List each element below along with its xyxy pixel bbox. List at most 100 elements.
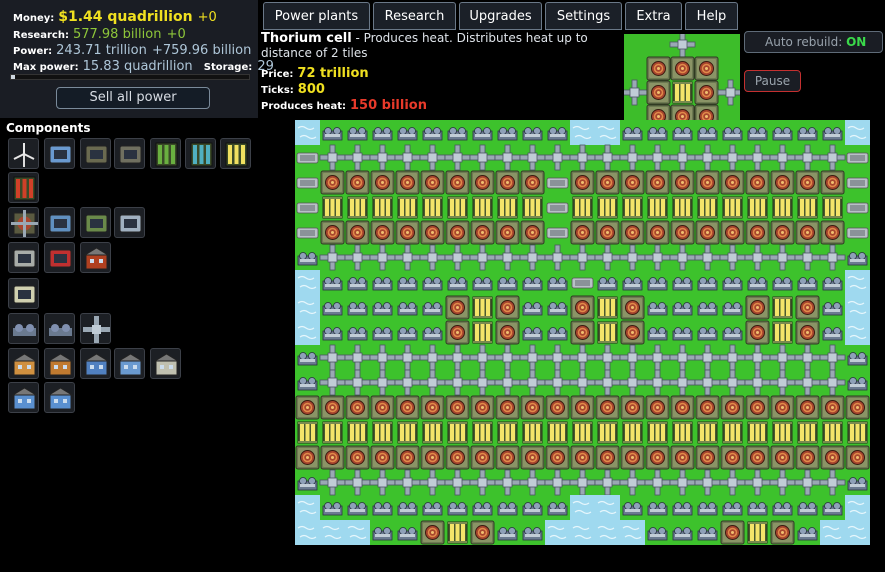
grid-tile-mach[interactable] xyxy=(447,502,468,516)
grid-tile-mach[interactable] xyxy=(622,502,643,516)
grid-tile-cell[interactable] xyxy=(320,220,345,245)
grid-tile-pipe[interactable] xyxy=(419,369,446,396)
grid-tile-pipe[interactable] xyxy=(669,144,696,171)
grid-tile-cell[interactable] xyxy=(595,445,620,470)
grid-tile-water[interactable] xyxy=(569,494,596,521)
grid-tile-plate[interactable] xyxy=(296,227,319,239)
protactinium-cell-icon[interactable] xyxy=(8,172,39,203)
grid-tile-mach[interactable] xyxy=(847,352,868,366)
grid-tile-mach[interactable] xyxy=(647,277,668,291)
grid-tile-rods[interactable] xyxy=(722,421,743,444)
grid-tile-cell[interactable] xyxy=(720,395,745,420)
grid-tile-mach[interactable] xyxy=(622,277,643,291)
heat-distributor-b-icon[interactable] xyxy=(44,313,75,344)
grid-tile-mach[interactable] xyxy=(722,277,743,291)
grid-tile-pipe[interactable] xyxy=(369,369,396,396)
grid-tile-mach[interactable] xyxy=(647,302,668,316)
grid-tile-rods[interactable] xyxy=(372,421,393,444)
grid-tile-cell[interactable] xyxy=(695,445,720,470)
grid-tile-mach[interactable] xyxy=(497,527,518,541)
grid-tile-cell[interactable] xyxy=(770,520,795,545)
heat-exchanger-icon[interactable] xyxy=(8,207,39,238)
grid-tile-water[interactable] xyxy=(295,519,321,545)
plutonium-cell-icon[interactable] xyxy=(185,138,216,169)
grid-tile-mach[interactable] xyxy=(322,127,343,141)
grid-tile-pipe[interactable] xyxy=(444,244,471,271)
grid-tile-pipe[interactable] xyxy=(619,244,646,271)
grid-tile-rods[interactable] xyxy=(772,321,793,344)
grid-tile-water[interactable] xyxy=(295,294,321,321)
grid-tile-pipe[interactable] xyxy=(494,144,521,171)
grid-tile-mach[interactable] xyxy=(372,277,393,291)
grid-tile-cell[interactable] xyxy=(795,220,820,245)
grid-tile-mach[interactable] xyxy=(722,127,743,141)
grid-tile-mach[interactable] xyxy=(822,302,843,316)
grid-tile-mach[interactable] xyxy=(797,277,818,291)
grid-tile-pipe[interactable] xyxy=(469,144,496,171)
water-pump-icon[interactable] xyxy=(114,207,145,238)
grid-tile-mach[interactable] xyxy=(397,502,418,516)
grid-tile-mach[interactable] xyxy=(672,302,693,316)
grid-tile-pipe[interactable] xyxy=(369,344,396,371)
grid-tile-rods[interactable] xyxy=(772,421,793,444)
grid-tile-mach[interactable] xyxy=(397,302,418,316)
grid-tile-pipe[interactable] xyxy=(469,344,496,371)
grid-tile-pipe[interactable] xyxy=(594,244,621,271)
grid-tile-cell[interactable] xyxy=(595,220,620,245)
grid-tile-pipe[interactable] xyxy=(794,144,821,171)
grid-tile-cell[interactable] xyxy=(620,220,645,245)
grid-tile-mach[interactable] xyxy=(847,477,868,491)
grid-tile-pipe[interactable] xyxy=(344,469,371,496)
grid-tile-rods[interactable] xyxy=(797,196,818,219)
grid-tile-mach[interactable] xyxy=(422,277,443,291)
grid-tile-pipe[interactable] xyxy=(719,244,746,271)
grid-tile-pipe[interactable] xyxy=(319,369,346,396)
grid-tile-cell[interactable] xyxy=(295,445,320,470)
grid-tile-mach[interactable] xyxy=(297,252,318,266)
grid-tile-mach[interactable] xyxy=(447,127,468,141)
grid-tile-rods[interactable] xyxy=(547,421,568,444)
grid-tile-cell[interactable] xyxy=(495,220,520,245)
grid-tile-cell[interactable] xyxy=(470,395,495,420)
grid-tile-cell[interactable] xyxy=(420,445,445,470)
grid-tile-pipe[interactable] xyxy=(369,144,396,171)
grid-tile-cell[interactable] xyxy=(320,445,345,470)
insulation-plate-icon[interactable] xyxy=(8,242,39,273)
grid-tile-pipe[interactable] xyxy=(444,469,471,496)
grid-tile-pipe[interactable] xyxy=(669,244,696,271)
grid-tile-mach[interactable] xyxy=(522,327,543,341)
grid-tile-mach[interactable] xyxy=(547,277,568,291)
grid-tile-cell[interactable] xyxy=(420,520,445,545)
grid-tile-rods[interactable] xyxy=(372,196,393,219)
grid-tile-water[interactable] xyxy=(844,120,870,146)
reactor-grid[interactable] xyxy=(295,120,870,545)
grid-tile-rods[interactable] xyxy=(822,421,843,444)
grid-tile-mach[interactable] xyxy=(697,327,718,341)
grid-tile-water[interactable] xyxy=(844,269,870,296)
grid-tile-mach[interactable] xyxy=(522,502,543,516)
lab-icon[interactable] xyxy=(80,348,111,379)
grid-tile-pipe[interactable] xyxy=(494,344,521,371)
grid-tile-cell[interactable] xyxy=(470,520,495,545)
grid-tile-water[interactable] xyxy=(295,494,321,521)
grid-tile-pipe[interactable] xyxy=(494,244,521,271)
grid-tile-pipe[interactable] xyxy=(394,469,421,496)
grid-tile-pipe[interactable] xyxy=(619,344,646,371)
grid-tile-cell[interactable] xyxy=(445,395,470,420)
grid-tile-pipe[interactable] xyxy=(369,469,396,496)
grid-tile-cell[interactable] xyxy=(795,445,820,470)
grid-tile-mach[interactable] xyxy=(847,252,868,266)
gas-burner-icon[interactable] xyxy=(114,138,145,169)
grid-tile-rods[interactable] xyxy=(522,421,543,444)
grid-tile-pipe[interactable] xyxy=(619,469,646,496)
grid-tile-mach[interactable] xyxy=(822,327,843,341)
grid-tile-pipe[interactable] xyxy=(569,244,596,271)
grid-tile-pipe[interactable] xyxy=(419,144,446,171)
grid-tile-water[interactable] xyxy=(844,494,870,521)
menu-upgrades[interactable]: Upgrades xyxy=(459,2,542,30)
grid-tile-pipe[interactable] xyxy=(644,469,671,496)
grid-tile-mach[interactable] xyxy=(472,277,493,291)
grid-tile-mach[interactable] xyxy=(797,527,818,541)
grid-tile-cell[interactable] xyxy=(370,445,395,470)
grid-tile-mach[interactable] xyxy=(697,302,718,316)
